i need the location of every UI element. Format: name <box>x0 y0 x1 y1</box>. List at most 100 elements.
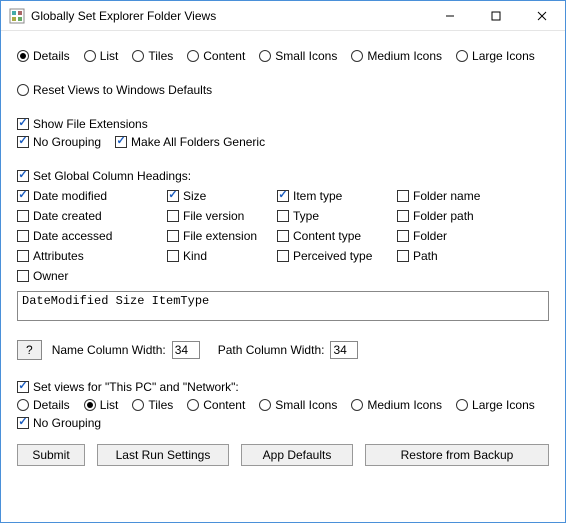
view-label: Tiles <box>148 49 173 63</box>
column-headings-grid: Date modified Size Item type Folder name Dat… <box>17 189 549 283</box>
column-label: Folder <box>413 229 447 243</box>
column-check-content-type[interactable]: Content type <box>277 229 389 243</box>
column-check-folder[interactable]: Folder <box>397 229 519 243</box>
close-button[interactable] <box>519 1 565 31</box>
checkbox-icon <box>397 190 409 202</box>
columns-text-output[interactable] <box>17 291 549 321</box>
column-check-file-extension[interactable]: File extension <box>167 229 269 243</box>
view-radio-content[interactable]: Content <box>187 49 245 63</box>
checkbox-icon <box>167 190 179 202</box>
column-check-size[interactable]: Size <box>167 189 269 203</box>
thispc-view-radio-medium-icons[interactable]: Medium Icons <box>351 398 442 412</box>
titlebar: Globally Set Explorer Folder Views <box>1 1 565 31</box>
column-check-owner[interactable]: Owner <box>17 269 159 283</box>
checkbox-icon <box>17 250 29 262</box>
thispc-view-radio-tiles[interactable]: Tiles <box>132 398 173 412</box>
column-label: Attributes <box>33 249 84 263</box>
column-check-date-accessed[interactable]: Date accessed <box>17 229 159 243</box>
column-label: Date modified <box>33 189 107 203</box>
checkbox-icon <box>397 230 409 242</box>
view-radio-tiles[interactable]: Tiles <box>132 49 173 63</box>
column-label: Owner <box>33 269 68 283</box>
checkbox-icon <box>17 210 29 222</box>
radio-dot-icon <box>456 50 468 62</box>
show-file-extensions-check[interactable]: Show File Extensions <box>17 117 148 131</box>
column-check-file-version[interactable]: File version <box>167 209 269 223</box>
radio-dot-icon <box>17 399 29 411</box>
column-check-date-created[interactable]: Date created <box>17 209 159 223</box>
name-width-input[interactable] <box>172 341 200 359</box>
view-label: Content <box>203 49 245 63</box>
column-check-item-type[interactable]: Item type <box>277 189 389 203</box>
column-check-attributes[interactable]: Attributes <box>17 249 159 263</box>
maximize-button[interactable] <box>473 1 519 31</box>
view-label: Large Icons <box>472 49 535 63</box>
radio-dot-icon <box>456 399 468 411</box>
last-run-button[interactable]: Last Run Settings <box>97 444 229 466</box>
column-label: File extension <box>183 229 257 243</box>
radio-dot-icon <box>351 50 363 62</box>
view-label: Small Icons <box>275 49 337 63</box>
make-generic-check[interactable]: Make All Folders Generic <box>115 135 265 149</box>
view-label: Medium Icons <box>367 49 442 63</box>
column-label: Kind <box>183 249 207 263</box>
radio-dot-icon <box>351 399 363 411</box>
app-icon <box>9 8 25 24</box>
checkbox-icon <box>17 270 29 282</box>
column-check-folder-path[interactable]: Folder path <box>397 209 519 223</box>
path-width-label: Path Column Width: <box>218 343 325 357</box>
no-grouping-label: No Grouping <box>33 135 101 149</box>
name-width-label: Name Column Width: <box>52 343 166 357</box>
view-radio-list[interactable]: List <box>84 49 119 63</box>
thispc-view-label: Content <box>203 398 245 412</box>
window-title: Globally Set Explorer Folder Views <box>31 9 427 23</box>
minimize-button[interactable] <box>427 1 473 31</box>
set-global-headings-label: Set Global Column Headings: <box>33 169 191 183</box>
no-grouping-check[interactable]: No Grouping <box>17 135 101 149</box>
restore-backup-button[interactable]: Restore from Backup <box>365 444 549 466</box>
column-check-kind[interactable]: Kind <box>167 249 269 263</box>
checkbox-icon <box>277 210 289 222</box>
app-defaults-button[interactable]: App Defaults <box>241 444 353 466</box>
view-label: List <box>100 49 119 63</box>
view-radio-details[interactable]: Details <box>17 49 70 63</box>
set-thispc-check[interactable]: Set views for "This PC" and "Network": <box>17 380 239 394</box>
column-label: Folder path <box>413 209 474 223</box>
checkbox-icon <box>17 190 29 202</box>
radio-dot-icon <box>84 50 96 62</box>
thispc-view-radio-large-icons[interactable]: Large Icons <box>456 398 535 412</box>
view-radio-small-icons[interactable]: Small Icons <box>259 49 337 63</box>
thispc-view-radio-content[interactable]: Content <box>187 398 245 412</box>
column-label: Date accessed <box>33 229 112 243</box>
column-check-path[interactable]: Path <box>397 249 519 263</box>
thispc-view-radio-details[interactable]: Details <box>17 398 70 412</box>
view-radio-medium-icons[interactable]: Medium Icons <box>351 49 442 63</box>
radio-dot-icon <box>84 399 96 411</box>
radio-dot-icon <box>17 50 29 62</box>
thispc-nogrouping-check[interactable]: No Grouping <box>17 416 101 430</box>
show-file-extensions-label: Show File Extensions <box>33 117 148 131</box>
column-check-date-modified[interactable]: Date modified <box>17 189 159 203</box>
path-width-input[interactable] <box>330 341 358 359</box>
column-label: Folder name <box>413 189 480 203</box>
column-label: Path <box>413 249 438 263</box>
view-label: Details <box>33 49 70 63</box>
help-button[interactable]: ? <box>17 340 42 360</box>
radio-dot-icon <box>132 399 144 411</box>
column-check-perceived-type[interactable]: Perceived type <box>277 249 389 263</box>
radio-dot-icon <box>259 50 271 62</box>
reset-views-radio[interactable]: Reset Views to Windows Defaults <box>17 83 212 97</box>
thispc-view-radio-small-icons[interactable]: Small Icons <box>259 398 337 412</box>
view-mode-group: Details List Tiles Content Small Icons Medium… <box>17 49 549 63</box>
view-radio-large-icons[interactable]: Large Icons <box>456 49 535 63</box>
thispc-view-label: Medium Icons <box>367 398 442 412</box>
thispc-view-radio-list[interactable]: List <box>84 398 119 412</box>
reset-views-label: Reset Views to Windows Defaults <box>33 83 212 97</box>
set-global-headings-check[interactable]: Set Global Column Headings: <box>17 169 191 183</box>
column-check-folder-name[interactable]: Folder name <box>397 189 519 203</box>
submit-button[interactable]: Submit <box>17 444 85 466</box>
checkbox-icon <box>167 210 179 222</box>
thispc-view-label: Small Icons <box>275 398 337 412</box>
column-check-type[interactable]: Type <box>277 209 389 223</box>
thispc-view-label: Details <box>33 398 70 412</box>
